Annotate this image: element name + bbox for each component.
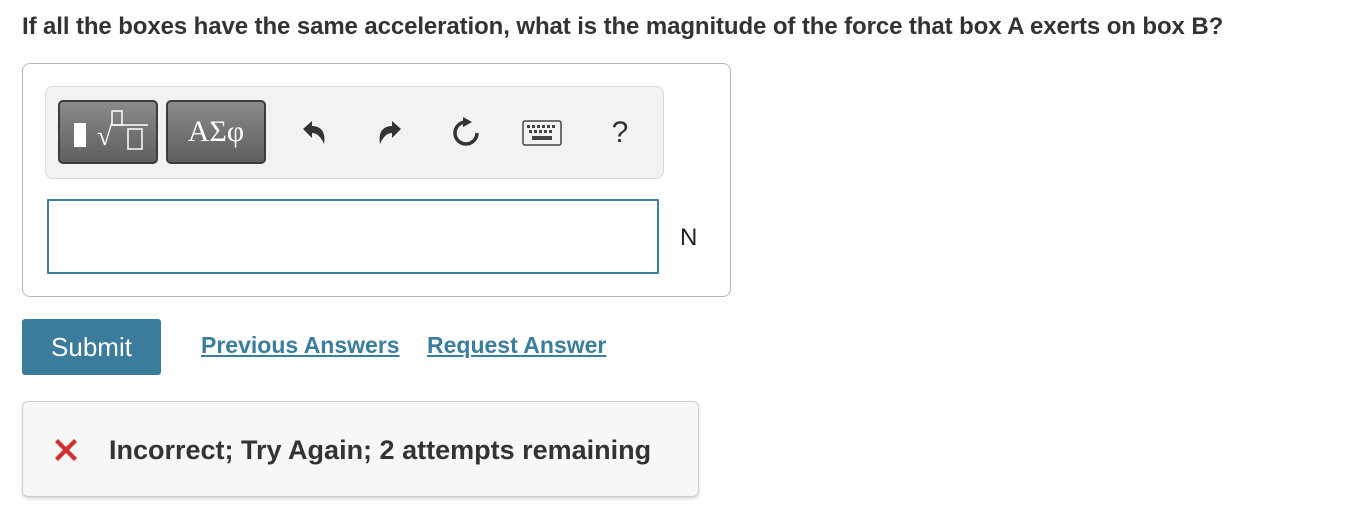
reset-button[interactable] bbox=[448, 115, 484, 151]
unit-label: N bbox=[680, 224, 698, 251]
help-label: ? bbox=[611, 116, 629, 149]
symbols-button[interactable]: ΑΣφ bbox=[166, 100, 266, 164]
previous-answers-link[interactable]: Previous Answers bbox=[201, 332, 400, 359]
answer-panel: √ ΑΣφ ? N bbox=[22, 63, 731, 297]
math-toolbar: √ ΑΣφ ? bbox=[45, 86, 664, 179]
svg-text:√: √ bbox=[97, 121, 113, 152]
feedback-box: Incorrect; Try Again; 2 attempts remaini… bbox=[22, 401, 699, 497]
answer-input[interactable] bbox=[47, 199, 659, 274]
keyboard-icon bbox=[522, 120, 562, 146]
undo-button[interactable] bbox=[296, 115, 332, 151]
symbols-button-label: ΑΣφ bbox=[187, 115, 245, 148]
submit-button[interactable]: Submit bbox=[22, 319, 161, 375]
question-text: If all the boxes have the same accelerat… bbox=[22, 13, 1224, 40]
redo-icon bbox=[379, 121, 401, 144]
request-answer-link[interactable]: Request Answer bbox=[427, 332, 606, 359]
undo-icon bbox=[303, 121, 325, 144]
x-icon bbox=[55, 439, 77, 461]
templates-root-icon: √ bbox=[74, 110, 148, 152]
help-button[interactable]: ? bbox=[602, 115, 638, 151]
reset-icon bbox=[453, 117, 479, 146]
redo-button[interactable] bbox=[372, 115, 408, 151]
feedback-message: Incorrect; Try Again; 2 attempts remaini… bbox=[109, 435, 652, 465]
templates-button[interactable]: √ bbox=[58, 100, 158, 164]
keyboard-button[interactable] bbox=[522, 115, 562, 151]
